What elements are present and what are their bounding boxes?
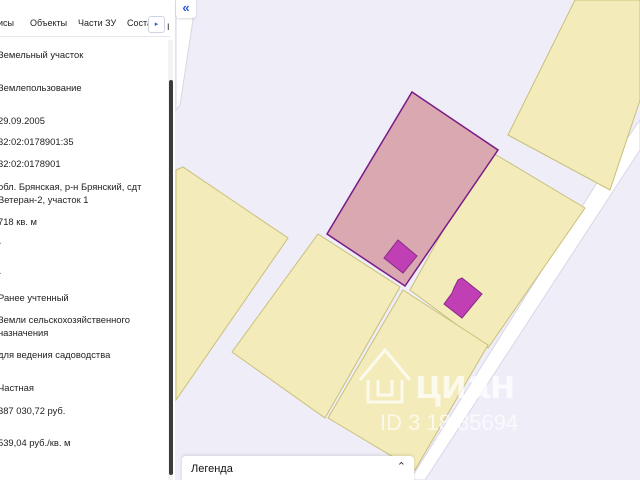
legend-toggle[interactable]: Легенда ⌃ ⌄ (182, 456, 414, 480)
field-area: 718 кв. м (0, 216, 37, 227)
collapse-panel-button[interactable]: « (176, 0, 196, 18)
field-ownership: Частная (0, 382, 34, 393)
field-cadastral-value: 387 030,72 руб. (0, 405, 66, 416)
field-object-type: Землепользование (0, 82, 82, 93)
info-panel: исы Объекты Части ЗУ Соста ▸ I Земельный… (0, 0, 175, 480)
field-cadastral-quarter: 32:02:0178901 (0, 158, 61, 169)
tab-scroll-right-button[interactable]: ▸ (148, 16, 165, 33)
scrollbar-thumb[interactable] (169, 80, 173, 475)
tab-overflow-edge: I (167, 22, 170, 32)
chevron-right-icon: ▸ (154, 21, 159, 28)
legend-label: Легенда (191, 463, 233, 475)
field-status: Ранее учтенный (0, 292, 69, 303)
field-permitted-use: для ведения садоводства (0, 349, 111, 360)
field-specific-value: 539,04 руб./кв. м (0, 437, 71, 448)
field-empty-1: - (0, 236, 158, 249)
field-object-category: Земельный участок (0, 49, 84, 60)
up-down-chevron-icon: ⌃ ⌄ (396, 461, 406, 480)
field-registration-date: 29.09.2005 (0, 115, 45, 126)
double-chevron-left-icon: « (182, 0, 190, 15)
field-cadastral-number: 32:02:0178901:35 (0, 136, 74, 147)
field-address: обл. Брянская, р-н Брянский, сдт Ветеран… (0, 181, 142, 205)
field-empty-2: - (0, 266, 158, 279)
tab-objects[interactable]: Объекты (30, 18, 67, 28)
divider (0, 36, 170, 37)
tab-parts[interactable]: Части ЗУ (78, 18, 116, 28)
field-land-category: Земли сельскохозяйственного назначения (0, 314, 130, 338)
app-root: циан ID 3 18 85694 исы Объекты Части ЗУ … (0, 0, 640, 480)
tab-descriptions[interactable]: исы (0, 18, 14, 28)
